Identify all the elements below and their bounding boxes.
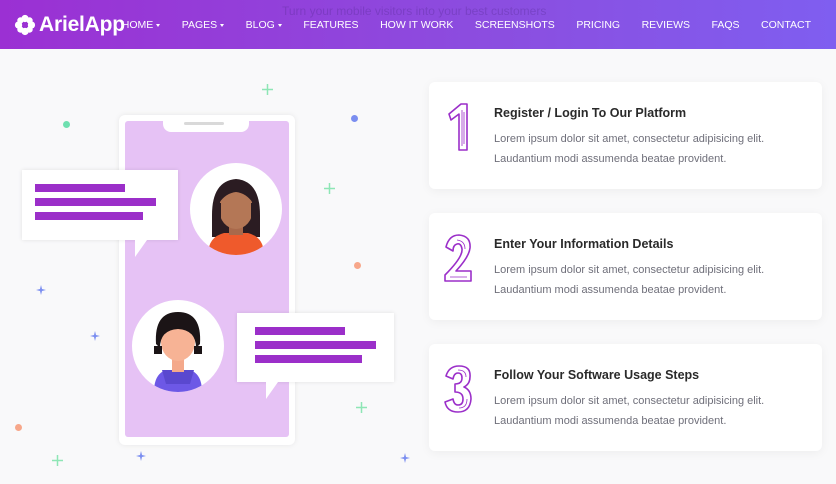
top-navbar: Turn your mobile visitors into your best… — [0, 0, 836, 49]
chat-bubble-tail — [266, 382, 278, 399]
number-one-icon — [448, 103, 468, 151]
dot-decoration — [354, 262, 361, 269]
plus-sparkle-icon — [262, 84, 273, 95]
star-sparkle-icon — [36, 285, 46, 295]
chat-bubble-top — [22, 170, 178, 240]
nav-item-reviews[interactable]: REVIEWS — [642, 19, 690, 31]
nav-label: CONTACT — [761, 18, 811, 31]
dot-decoration — [351, 115, 358, 122]
dot-decoration — [63, 121, 70, 128]
number-three-icon — [444, 365, 472, 413]
star-sparkle-icon — [136, 451, 146, 461]
star-sparkle-icon — [400, 453, 410, 463]
nav-item-contact[interactable]: CONTACT — [761, 19, 811, 31]
step-title: Follow Your Software Usage Steps — [494, 368, 700, 382]
nav-label: PRICING — [576, 18, 621, 31]
nav-item-pages[interactable]: PAGES — [181, 18, 225, 31]
step-card-3: Follow Your Software Usage Steps Lorem i… — [429, 344, 822, 451]
dot-decoration — [15, 424, 22, 431]
step-title: Enter Your Information Details — [494, 237, 674, 251]
girl-avatar-icon — [154, 312, 202, 392]
plus-sparkle-icon — [324, 183, 335, 194]
chat-illustration — [0, 49, 420, 484]
step-title: Register / Login To Our Platform — [494, 106, 687, 120]
nav-item-how-it-work[interactable]: HOW IT WORK — [380, 19, 453, 31]
chat-bubble-tail — [135, 240, 147, 257]
nav-item-home[interactable]: HOME — [122, 19, 161, 31]
nav-item-pricing[interactable]: PRICING — [576, 19, 620, 31]
main-menu: HOME PAGES BLOG FEATURES HOW IT WORK SCR… — [100, 0, 811, 49]
step-card-1: Register / Login To Our Platform Lorem i… — [429, 82, 822, 189]
step-card-2: Enter Your Information Details Lorem ips… — [429, 213, 822, 320]
avatar-woman — [190, 163, 282, 255]
nav-item-screenshots[interactable]: SCREENSHOTS — [475, 19, 555, 31]
star-sparkle-icon — [90, 331, 100, 341]
avatar-girl — [132, 300, 224, 392]
step-description: Lorem ipsum dolor sit amet, consectetur … — [494, 133, 765, 165]
number-two-icon — [444, 234, 472, 282]
phone-screen — [125, 121, 289, 437]
chat-bubble-bottom — [237, 313, 394, 382]
step-description: Lorem ipsum dolor sit amet, consectetur … — [494, 264, 765, 296]
nav-item-faqs[interactable]: FAQS — [712, 19, 740, 31]
nav-label: PAGES — [181, 18, 218, 31]
phone-notch — [163, 115, 249, 132]
nav-label: SCREENSHOTS — [474, 18, 555, 31]
nav-label: FEATURES — [303, 18, 359, 31]
flower-logo-icon — [14, 14, 36, 36]
nav-label: BLOG — [245, 18, 275, 31]
chevron-down-icon — [220, 23, 225, 27]
nav-label: HOW IT WORK — [380, 18, 454, 31]
plus-sparkle-icon — [356, 402, 367, 413]
woman-avatar-icon — [208, 179, 264, 255]
chevron-down-icon — [156, 23, 161, 27]
nav-item-blog[interactable]: BLOG — [246, 19, 282, 31]
plus-sparkle-icon — [52, 455, 63, 466]
nav-label: HOME — [121, 18, 154, 31]
chevron-down-icon — [277, 23, 282, 27]
nav-label: REVIEWS — [641, 18, 691, 31]
nav-item-features[interactable]: FEATURES — [303, 19, 358, 31]
nav-label: FAQS — [711, 18, 740, 31]
step-description: Lorem ipsum dolor sit amet, consectetur … — [494, 395, 765, 427]
